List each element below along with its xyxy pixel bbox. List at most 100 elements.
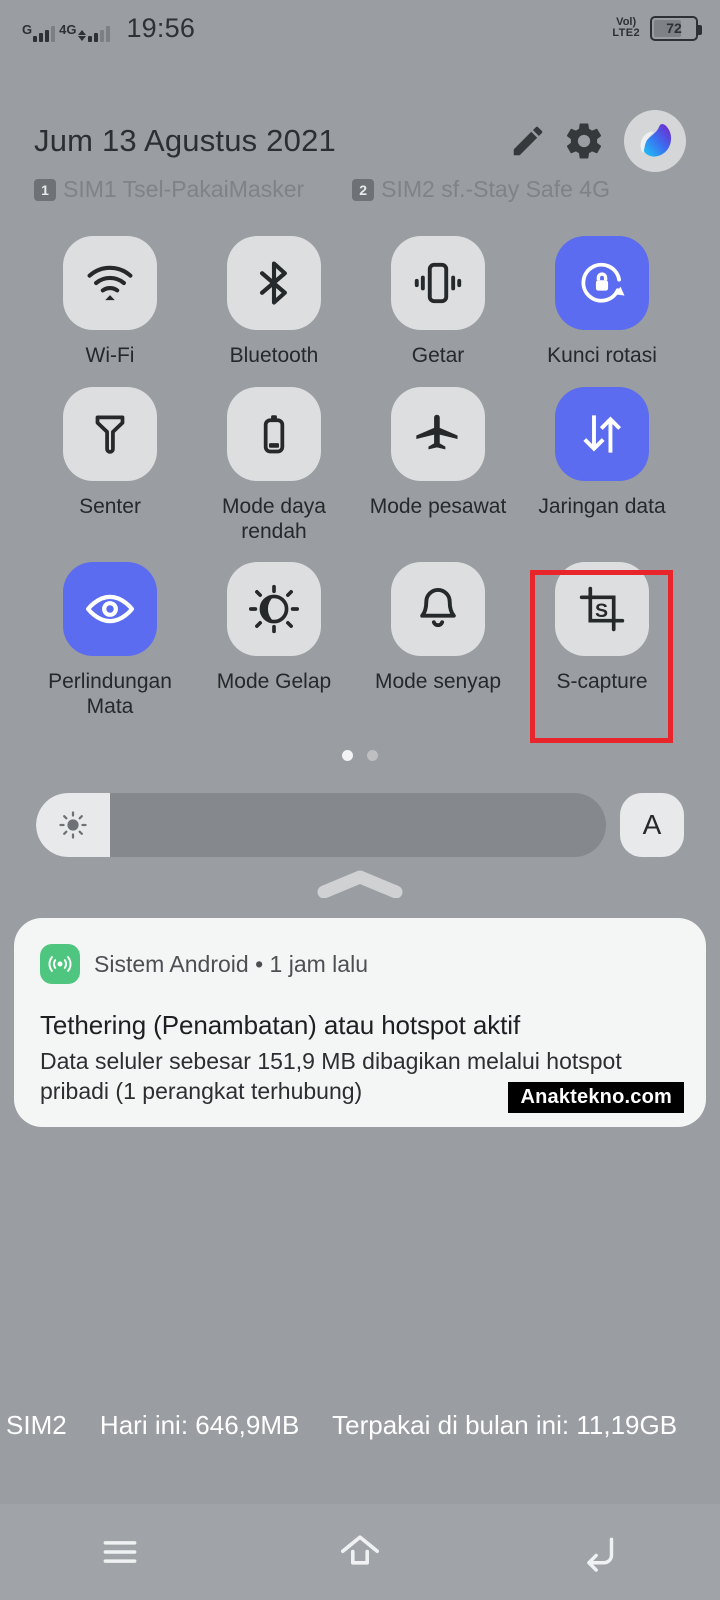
home-button[interactable] (300, 1504, 420, 1600)
notification-separator: • (255, 950, 264, 977)
tile-dark-mode-label: Mode Gelap (216, 670, 332, 694)
status-bar-right: Vol) LTE2 72 (612, 15, 702, 41)
profile-avatar-icon (640, 123, 672, 157)
edit-tiles-button[interactable] (500, 122, 556, 160)
sim-name-2: SIM2 sf.-Stay Safe 4G (381, 176, 610, 202)
auto-brightness-button[interactable]: A (620, 793, 684, 857)
battery-percent-label: 72 (666, 20, 682, 36)
brightness-row: A (0, 793, 720, 857)
s-capture-icon: S (579, 587, 625, 632)
page-dot-1[interactable] (342, 750, 353, 761)
tile-bluetooth[interactable]: Bluetooth (192, 236, 356, 369)
home-icon (341, 1535, 379, 1565)
panel-header: Jum 13 Agustus 2021 (0, 110, 720, 172)
sim-name-1: SIM1 Tsel-PakaiMasker (63, 176, 305, 202)
watermark: Anaktekno.com (508, 1081, 684, 1113)
notification-card[interactable]: Sistem Android • 1 jam lalu Tethering (P… (14, 918, 706, 1127)
status-bar-clock: 19:56 (126, 12, 196, 43)
panel-drag-handle[interactable] (0, 868, 720, 898)
tile-power-saving-button[interactable] (227, 386, 321, 481)
hotspot-icon (40, 944, 80, 984)
data-usage-footer: SIM2 Hari ini: 646,9MB Terpakai di bulan… (0, 1408, 720, 1443)
data-network-icon (583, 415, 622, 453)
tile-flashlight-label: Senter (79, 494, 141, 518)
tile-eye-protection-button[interactable] (63, 562, 157, 657)
sim-info-row: 1 SIM1 Tsel-PakaiMasker 2 SIM2 sf.-Stay … (0, 176, 720, 203)
quick-settings-tiles: Wi-Fi Bluetooth Getar Kunci rotasi Sente… (0, 236, 720, 728)
notification-app-name: Sistem Android (94, 950, 249, 977)
tile-bluetooth-button[interactable] (227, 236, 321, 330)
recents-button[interactable] (60, 1504, 180, 1600)
settings-button[interactable] (556, 120, 612, 162)
tile-flashlight[interactable]: Senter (28, 386, 192, 545)
tile-row-3: Perlindungan Mata Mode Gelap Mode senyap… (0, 562, 720, 720)
tile-eye-protection-label: Perlindungan Mata (48, 670, 172, 719)
tile-rotation-lock-label: Kunci rotasi (547, 344, 657, 367)
tile-rotation-lock-button[interactable] (555, 236, 649, 330)
sim-item-1: 1 SIM1 Tsel-PakaiMasker (34, 176, 304, 203)
usage-month-label: Terpakai di bulan ini: 11,19GB (332, 1410, 678, 1440)
sim-badge-1: 1 (34, 178, 56, 201)
tile-eye-protection[interactable]: Perlindungan Mata (28, 562, 192, 720)
tile-vibrate-label: Getar (411, 344, 465, 367)
tile-vibrate-button[interactable] (391, 236, 485, 330)
dark-mode-icon (248, 585, 300, 634)
sim-item-2: 2 SIM2 sf.-Stay Safe 4G (352, 176, 610, 203)
bluetooth-icon (260, 261, 287, 305)
tile-silent-mode-label: Mode senyap (374, 670, 502, 694)
tile-airplane-mode-button[interactable] (391, 386, 485, 481)
tile-rotation-lock[interactable]: Kunci rotasi (520, 236, 684, 369)
tile-bluetooth-label: Bluetooth (229, 344, 319, 367)
signal-indicator-sim1: G (22, 23, 56, 42)
tile-flashlight-button[interactable] (63, 386, 157, 481)
date-label: Jum 13 Agustus 2021 (34, 123, 336, 158)
tile-silent-mode-button[interactable] (391, 562, 485, 657)
signal-bars-1 (33, 25, 56, 42)
battery-saver-icon (263, 415, 285, 454)
rotation-lock-icon (581, 262, 625, 303)
tile-wifi[interactable]: Wi-Fi (28, 236, 192, 369)
tile-wifi-button[interactable] (63, 236, 157, 330)
back-button[interactable] (540, 1504, 660, 1600)
usage-today-label: Hari ini: 646,9MB (99, 1410, 300, 1440)
data-arrows-icon (78, 29, 87, 41)
brightness-slider[interactable] (36, 793, 606, 857)
bell-mute-icon (420, 588, 456, 628)
menu-recents-icon (103, 1541, 137, 1563)
tile-data-network-button[interactable] (555, 386, 649, 481)
avatar[interactable] (624, 110, 686, 172)
battery-icon: 72 (650, 15, 702, 41)
tile-vibrate[interactable]: Getar (356, 236, 520, 369)
tile-silent-mode[interactable]: Mode senyap (356, 562, 520, 720)
tile-airplane-mode-label: Mode pesawat (369, 494, 507, 518)
svg-text:S: S (595, 600, 608, 622)
notification-header: Sistem Android • 1 jam lalu (40, 944, 680, 984)
tile-row-2: Senter Mode daya rendah Mode pesawat Jar… (0, 386, 720, 545)
signal-bars-2 (88, 25, 111, 42)
tile-data-network[interactable]: Jaringan data (520, 386, 684, 545)
tile-dark-mode-button[interactable] (227, 562, 321, 657)
tile-row-1: Wi-Fi Bluetooth Getar Kunci rotasi (0, 236, 720, 369)
notification-title: Tethering (Penambatan) atau hotspot akti… (40, 1010, 521, 1040)
tile-power-saving[interactable]: Mode daya rendah (192, 386, 356, 545)
tile-dark-mode[interactable]: Mode Gelap (192, 562, 356, 720)
auto-brightness-label: A (642, 809, 662, 840)
notification-time: 1 jam lalu (269, 950, 368, 977)
wifi-icon (87, 265, 133, 301)
tile-power-saving-label: Mode daya rendah (222, 494, 326, 543)
pencil-icon (513, 126, 543, 156)
status-bar: G 4G 19:56 Vol) LTE2 72 (0, 0, 720, 56)
page-dot-2[interactable] (367, 750, 378, 761)
tile-s-capture-label: S-capture (556, 670, 648, 694)
tile-s-capture[interactable]: S S-capture (520, 562, 684, 720)
back-icon (587, 1537, 614, 1572)
quick-settings-panel: G 4G 19:56 Vol) LTE2 72 Jum 13 Agustus 2… (0, 0, 720, 1600)
flashlight-icon (95, 415, 125, 454)
tile-s-capture-button[interactable]: S (555, 562, 649, 657)
chevron-up-handle-icon (317, 870, 403, 898)
tile-airplane-mode[interactable]: Mode pesawat (356, 386, 520, 545)
page-indicator[interactable] (0, 750, 720, 761)
eye-protection-icon (85, 595, 135, 624)
gear-icon (566, 123, 602, 159)
tile-data-network-label: Jaringan data (538, 494, 666, 518)
